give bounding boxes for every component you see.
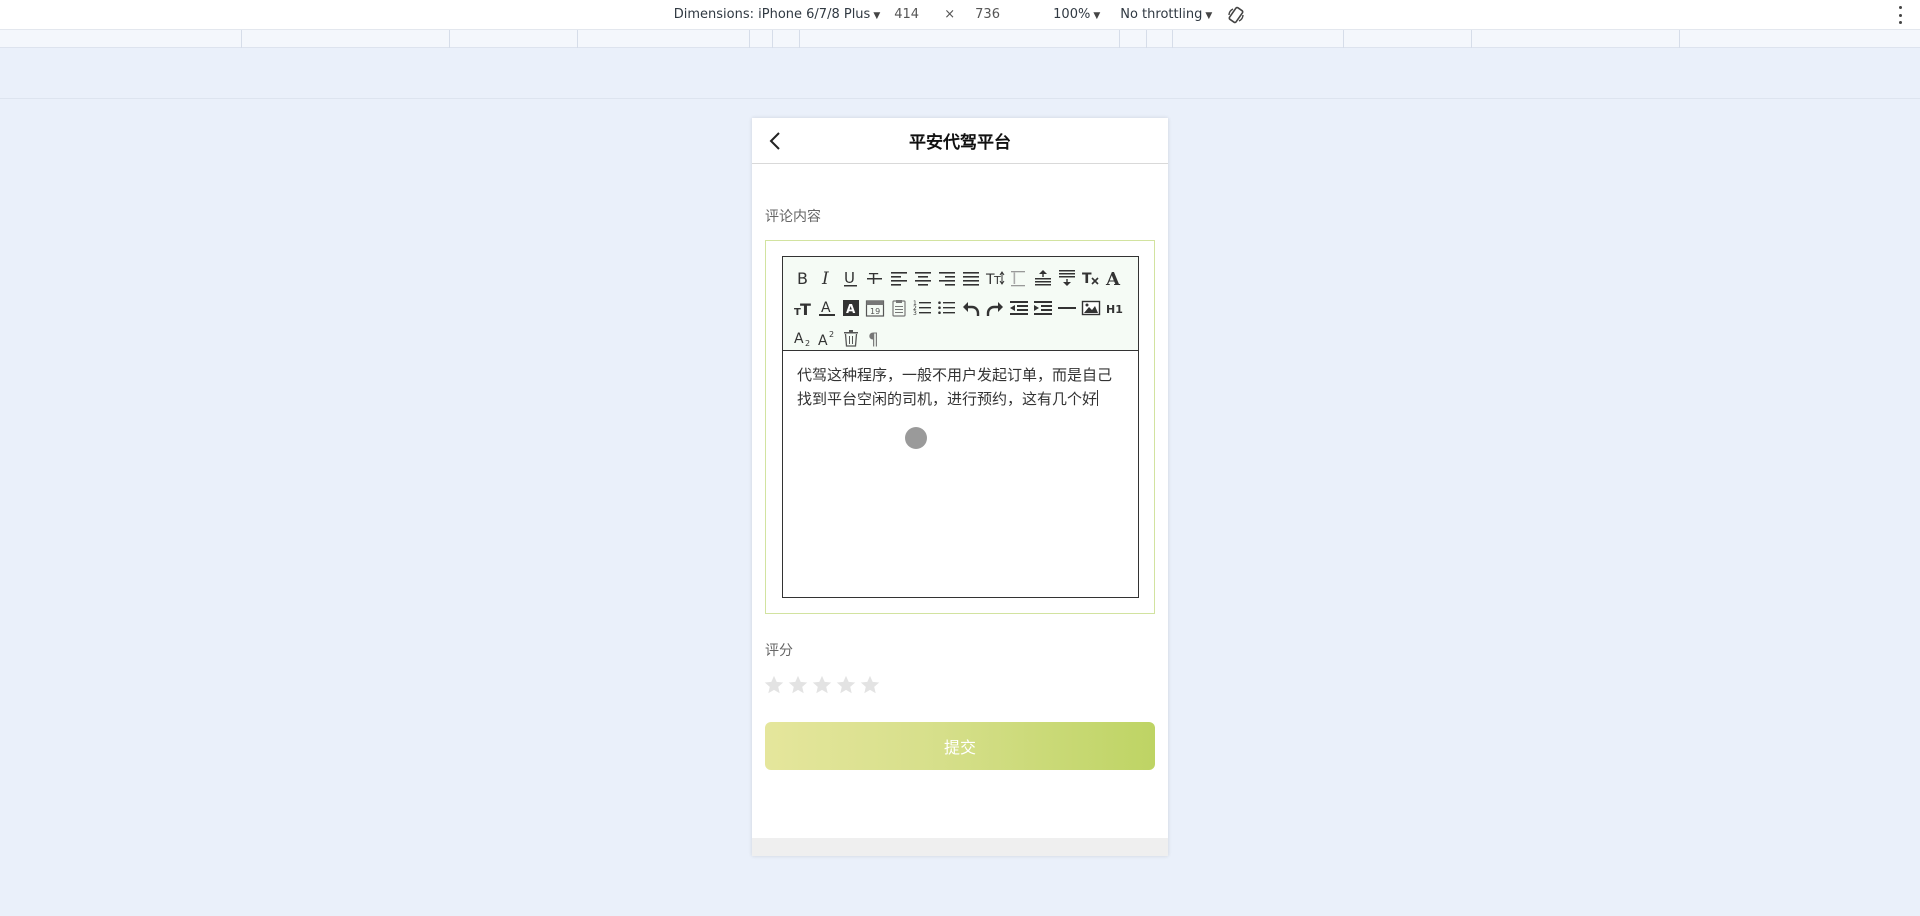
clear-format-icon[interactable]: T [1079, 263, 1103, 293]
ordered-list-icon[interactable]: 123 [911, 293, 935, 323]
comment-label: 评论内容 [765, 209, 821, 225]
device-dimensions-select[interactable]: Dimensions: iPhone 6/7/8 Plus ▼ [674, 7, 881, 22]
page-title: 平安代驾平台 [909, 133, 1011, 153]
rotate-icon[interactable] [1226, 5, 1246, 25]
star-icon[interactable] [787, 674, 809, 696]
svg-text:A: A [1105, 269, 1121, 288]
svg-text:A: A [821, 300, 831, 316]
viewport-bottom-bar [752, 838, 1168, 856]
paragraph-spacing-bottom-icon[interactable] [1055, 263, 1079, 293]
back-button[interactable] [764, 129, 786, 153]
svg-text:T: T [1082, 271, 1092, 287]
svg-text:T: T [800, 300, 811, 318]
heading-icon[interactable]: H1 [1103, 293, 1127, 323]
svg-text:I: I [821, 269, 829, 288]
chevron-left-icon [769, 132, 780, 150]
width-input[interactable]: 414 [884, 7, 936, 22]
unordered-list-icon[interactable] [935, 293, 959, 323]
align-left-icon[interactable] [887, 263, 911, 293]
zoom-select[interactable]: 100% ▼ [1053, 7, 1100, 22]
throttling-label: No throttling [1120, 7, 1203, 22]
indent-icon[interactable] [1031, 293, 1055, 323]
star-icon[interactable] [763, 674, 785, 696]
paragraph-spacing-top-icon[interactable] [1031, 263, 1055, 293]
undo-icon[interactable] [959, 293, 983, 323]
navigation-bar: 平安代驾平台 [752, 118, 1168, 164]
align-center-icon[interactable] [911, 263, 935, 293]
underline-icon[interactable]: U [839, 263, 863, 293]
svg-text:A: A [794, 331, 804, 347]
svg-text:¶: ¶ [868, 330, 879, 348]
align-justify-icon[interactable] [959, 263, 983, 293]
image-icon[interactable] [1079, 293, 1103, 323]
horizontal-rule-icon[interactable] [1055, 293, 1079, 323]
svg-text:2: 2 [829, 330, 834, 339]
bold-icon[interactable]: B [791, 263, 815, 293]
italic-icon[interactable]: I [815, 263, 839, 293]
devtools-device-toolbar: Dimensions: iPhone 6/7/8 Plus ▼ 414 × 736… [0, 0, 1920, 30]
rating-label: 评分 [765, 643, 793, 659]
svg-text:T: T [993, 274, 1001, 287]
chevron-down-icon: ▼ [1205, 11, 1213, 21]
star-icon[interactable] [835, 674, 857, 696]
outdent-icon[interactable] [1007, 293, 1031, 323]
strikethrough-icon[interactable]: T [863, 263, 887, 293]
superscript-icon[interactable]: A2 [815, 323, 839, 353]
touch-pointer [905, 427, 927, 449]
svg-text:A: A [846, 302, 856, 316]
redo-icon[interactable] [983, 293, 1007, 323]
svg-text:B: B [797, 269, 808, 288]
more-options-icon[interactable] [1898, 6, 1902, 24]
svg-text:19: 19 [870, 307, 880, 316]
editor-toolbar: B I U T TT I T A TT A A 19 1 2 3 H1 A 2 … [783, 257, 1138, 351]
svg-text:2: 2 [805, 339, 810, 348]
svg-text:U: U [844, 269, 855, 287]
dimension-separator: × [944, 7, 956, 22]
text-cursor [1097, 390, 1099, 406]
submit-button[interactable]: 提交 [765, 722, 1155, 770]
subscript-icon[interactable]: A2 [791, 323, 815, 353]
devtools-divider [0, 98, 1920, 99]
font-size-icon[interactable]: TT [983, 263, 1007, 293]
star-rating[interactable] [763, 674, 1155, 696]
star-icon[interactable] [811, 674, 833, 696]
chevron-down-icon: ▼ [873, 11, 881, 21]
svg-text:3: 3 [913, 310, 917, 317]
font-family-icon[interactable]: A [1103, 263, 1127, 293]
comment-text: 代驾这种程序，一般不用户发起订单，而是自己找到平台空闲的司机，进行预约，这有几个… [797, 366, 1113, 408]
font-color-icon[interactable]: A [815, 293, 839, 323]
background-color-icon[interactable]: A [839, 293, 863, 323]
media-query-ruler [0, 30, 1920, 48]
line-height-icon[interactable]: I [1007, 263, 1031, 293]
device-dimensions-label: Dimensions: iPhone 6/7/8 Plus [673, 7, 871, 22]
zoom-label: 100% [1053, 7, 1091, 22]
text-size-icon[interactable]: TT [791, 293, 815, 323]
rich-text-editor-container: B I U T TT I T A TT A A 19 1 2 3 H1 A 2 … [765, 240, 1155, 614]
paste-plain-icon[interactable] [887, 293, 911, 323]
date-icon[interactable]: 19 [863, 293, 887, 323]
device-viewport: 平安代驾平台 评论内容 B I U T TT I T A T T A A 19 … [752, 118, 1168, 856]
delete-icon[interactable] [839, 323, 863, 353]
height-input[interactable]: 736 [965, 7, 1017, 22]
throttling-select[interactable]: No throttling ▼ [1120, 7, 1212, 22]
svg-text:A: A [818, 333, 828, 348]
heading-glyph: H1 [1106, 303, 1123, 316]
star-icon[interactable] [859, 674, 881, 696]
chevron-down-icon: ▼ [1093, 11, 1101, 21]
paragraph-icon[interactable]: ¶ [863, 323, 887, 353]
align-right-icon[interactable] [935, 263, 959, 293]
rich-text-editor: B I U T TT I T A TT A A 19 1 2 3 H1 A 2 … [782, 256, 1139, 598]
editor-content[interactable]: 代驾这种程序，一般不用户发起订单，而是自己找到平台空闲的司机，进行预约，这有几个… [783, 351, 1138, 597]
